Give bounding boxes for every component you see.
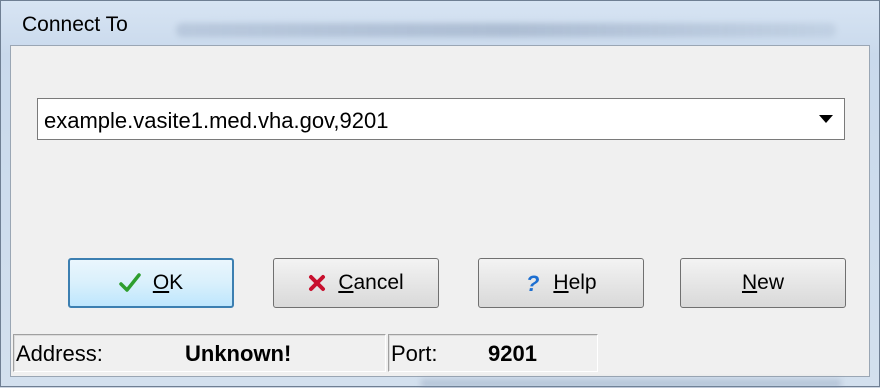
checkmark-icon <box>119 273 141 293</box>
new-button-label: New <box>741 271 785 294</box>
ok-button-label: OK <box>152 271 184 294</box>
background-window-blur <box>176 23 836 37</box>
title-bar[interactable]: Connect To <box>1 1 879 45</box>
port-panel: Port: 9201 <box>388 334 598 372</box>
dropdown-arrow-icon[interactable] <box>812 100 840 138</box>
server-combo-value: example.vasite1.med.vha.gov,9201 <box>44 108 389 133</box>
ok-button[interactable]: OK <box>68 258 234 308</box>
port-label: Port: <box>391 341 438 366</box>
status-bar: Address: Unknown! Port: 9201 <box>11 330 869 376</box>
svg-text:?: ? <box>526 272 539 294</box>
help-button[interactable]: ? Help <box>478 258 644 308</box>
new-button[interactable]: New <box>680 258 846 308</box>
question-mark-icon: ? <box>525 272 541 294</box>
server-combo-box[interactable]: example.vasite1.med.vha.gov,9201 <box>37 98 845 140</box>
address-panel: Address: Unknown! <box>13 334 386 372</box>
cancel-button[interactable]: Cancel <box>273 258 439 308</box>
dialog-client-area: example.vasite1.med.vha.gov,9201 OK Canc… <box>10 45 870 377</box>
red-x-icon <box>308 274 326 292</box>
address-value: Unknown! <box>185 341 292 366</box>
cancel-button-label: Cancel <box>338 271 404 294</box>
connect-to-dialog: Connect To example.vasite1.med.vha.gov,9… <box>0 0 880 388</box>
help-button-label: Help <box>553 271 597 294</box>
address-label: Address: <box>16 341 103 366</box>
port-value: 9201 <box>488 341 537 366</box>
dialog-title: Connect To <box>22 13 128 36</box>
